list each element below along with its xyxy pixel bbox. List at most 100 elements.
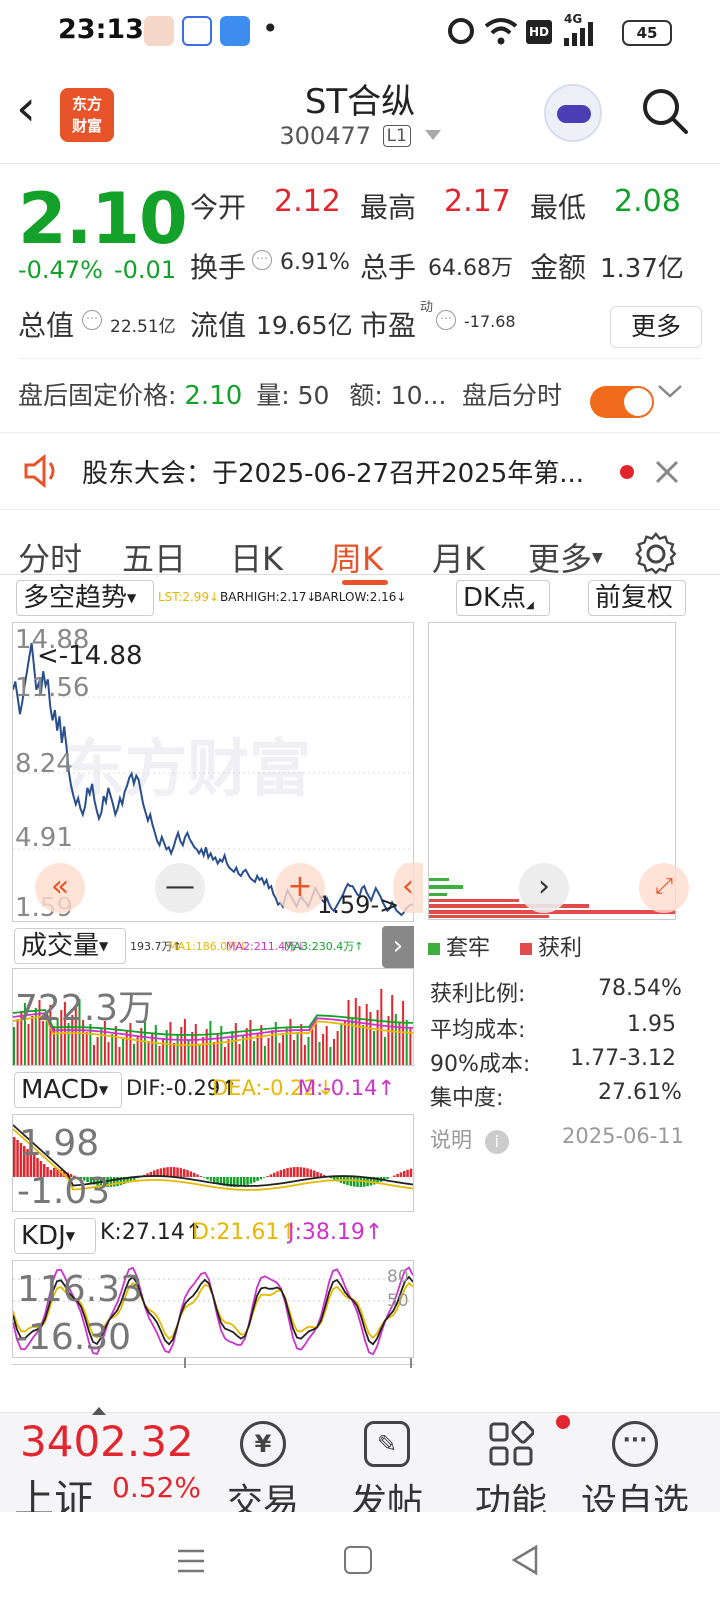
collapse-panel-icon[interactable]: ‹ xyxy=(393,863,423,913)
high-label: 最高 xyxy=(360,191,417,224)
macd-bar xyxy=(303,1167,306,1177)
low-label: 最低 xyxy=(530,191,587,224)
volume-bar xyxy=(278,1043,281,1065)
home-icon[interactable] xyxy=(344,1546,372,1574)
kdj-chart[interactable]: 116.33 -16.30 80 50 xyxy=(12,1260,414,1358)
stock-code: 300477 xyxy=(279,122,372,150)
gear-icon[interactable] xyxy=(634,532,678,576)
profit-ratio-value: 78.54% xyxy=(598,976,682,1001)
chip-distribution-chart[interactable]: › ⤢ xyxy=(428,622,689,920)
caret-down-icon: ▼ xyxy=(592,550,603,566)
macd-bar xyxy=(313,1170,316,1177)
volume-bar xyxy=(158,1046,161,1065)
float-cap-value: 19.65亿 xyxy=(256,311,353,340)
time-axis xyxy=(12,1364,414,1365)
volume-bar xyxy=(53,1026,55,1065)
legend-profit: 获利 xyxy=(520,930,582,962)
after-hours-amt-label: 额: xyxy=(349,381,383,410)
info-icon[interactable]: ⋯ xyxy=(436,310,456,330)
indicator-dropdown[interactable]: 多空趋势▼ xyxy=(16,580,154,616)
volume-bar xyxy=(198,1045,201,1065)
macd-bar xyxy=(249,1177,253,1184)
zoom-in-icon[interactable]: + xyxy=(275,863,325,913)
index-ticker[interactable]: 3402.32 上证 0.52% xyxy=(0,1407,201,1523)
volume-label: 成交量 xyxy=(21,931,100,961)
explain-link[interactable]: 说明 i xyxy=(430,1124,509,1154)
chevron-down-icon[interactable] xyxy=(656,382,684,400)
kdj-dropdown[interactable]: KDJ▼ xyxy=(14,1218,96,1254)
adjust-dropdown[interactable]: 前复权 xyxy=(588,580,686,616)
indicator-label: 多空趋势 xyxy=(23,583,128,613)
volume-bar xyxy=(358,1006,361,1065)
system-nav-bar xyxy=(0,1512,720,1612)
macd-bar xyxy=(213,1177,216,1183)
ai-assistant-icon[interactable] xyxy=(544,84,602,142)
scroll-left-icon[interactable]: « xyxy=(35,863,85,913)
search-icon[interactable] xyxy=(640,86,690,136)
volume-dropdown[interactable]: 成交量▼ xyxy=(14,928,126,964)
y-label-3: 8.24 xyxy=(15,749,73,779)
volume-bar xyxy=(114,1026,117,1065)
volume-ma3: MA3:230.4万↑ xyxy=(284,940,364,953)
info-icon[interactable]: ⋯ xyxy=(252,250,272,270)
nav-watchlist[interactable]: ··· 设自选 xyxy=(580,1421,690,1525)
macd-bar xyxy=(183,1169,186,1177)
nav-trade[interactable]: ¥ 交易 xyxy=(208,1421,318,1525)
expand-icon[interactable]: ⤢ xyxy=(639,863,689,913)
nav-post[interactable]: ✎ 发帖 xyxy=(332,1421,442,1525)
macd-dropdown[interactable]: MACD▼ xyxy=(14,1072,122,1108)
time-tick xyxy=(410,1358,412,1368)
legend-trapped: 套牢 xyxy=(428,930,490,962)
volume-bar xyxy=(333,1039,335,1065)
expand-panel-icon[interactable]: › xyxy=(382,926,414,968)
volume-bar xyxy=(336,1031,339,1065)
macd-bar xyxy=(13,1137,16,1177)
close-icon[interactable] xyxy=(654,459,680,485)
volume-bar xyxy=(125,1031,128,1065)
zoom-out-icon[interactable]: — xyxy=(155,863,205,913)
barhigh-legend: BARHIGH:2.17↓ xyxy=(220,590,317,604)
stock-code-row[interactable]: 300477 L1 xyxy=(0,122,720,150)
macd-bar xyxy=(263,1177,266,1178)
volume-bar xyxy=(173,1043,175,1065)
macd-bar xyxy=(393,1175,396,1177)
macd-bar xyxy=(293,1167,296,1177)
dk-point-dropdown[interactable]: DK点◢ xyxy=(456,580,550,616)
after-hours-toggle[interactable] xyxy=(590,386,654,418)
macd-bar xyxy=(266,1175,269,1177)
amount-value: 1.37亿 xyxy=(600,254,684,284)
volume-bar xyxy=(365,1004,368,1065)
volume-bar xyxy=(340,1023,343,1065)
baidu-icon xyxy=(182,16,212,46)
kline-chart[interactable]: 东方财富 14.88 11.56 8.24 4.91 1.59 <-14.88 … xyxy=(12,622,423,923)
volume-bar xyxy=(85,1032,88,1065)
volume-bar xyxy=(322,1034,325,1065)
next-date-icon[interactable]: › xyxy=(519,863,569,913)
current-price: 2.10 xyxy=(18,178,188,260)
active-tab-indicator xyxy=(342,580,388,585)
volume-bar xyxy=(220,1026,223,1065)
level-badge: L1 xyxy=(382,125,411,147)
more-quote-button[interactable]: 更多 xyxy=(610,306,702,348)
macd-bar xyxy=(189,1171,193,1177)
macd-bar xyxy=(243,1177,246,1186)
info-icon[interactable]: ⋯ xyxy=(82,310,102,330)
menu-icon[interactable] xyxy=(176,1546,206,1576)
volume-bar xyxy=(111,1034,114,1065)
nav-features[interactable]: 功能 xyxy=(456,1415,570,1525)
tab-more-label: 更多 xyxy=(528,540,593,578)
notice-bar[interactable]: 股东大会：于2025-06-27召开2025年第... xyxy=(0,432,720,510)
volume-bar xyxy=(133,1044,135,1065)
macd-bar xyxy=(296,1167,299,1177)
y-label-2: 11.56 xyxy=(15,673,90,703)
back-nav-icon[interactable] xyxy=(510,1544,540,1576)
amount-label: 金额 xyxy=(530,251,587,284)
volume-bar xyxy=(245,1028,248,1065)
macd-bar xyxy=(299,1167,303,1177)
macd-bar xyxy=(256,1177,259,1181)
volume-chart[interactable]: 722.3万 xyxy=(12,968,414,1066)
macd-bar xyxy=(209,1177,213,1181)
macd-bar xyxy=(193,1172,196,1177)
macd-chart[interactable]: 1.98 -1.03 xyxy=(12,1114,414,1212)
caret-down-icon: ▼ xyxy=(99,939,109,953)
